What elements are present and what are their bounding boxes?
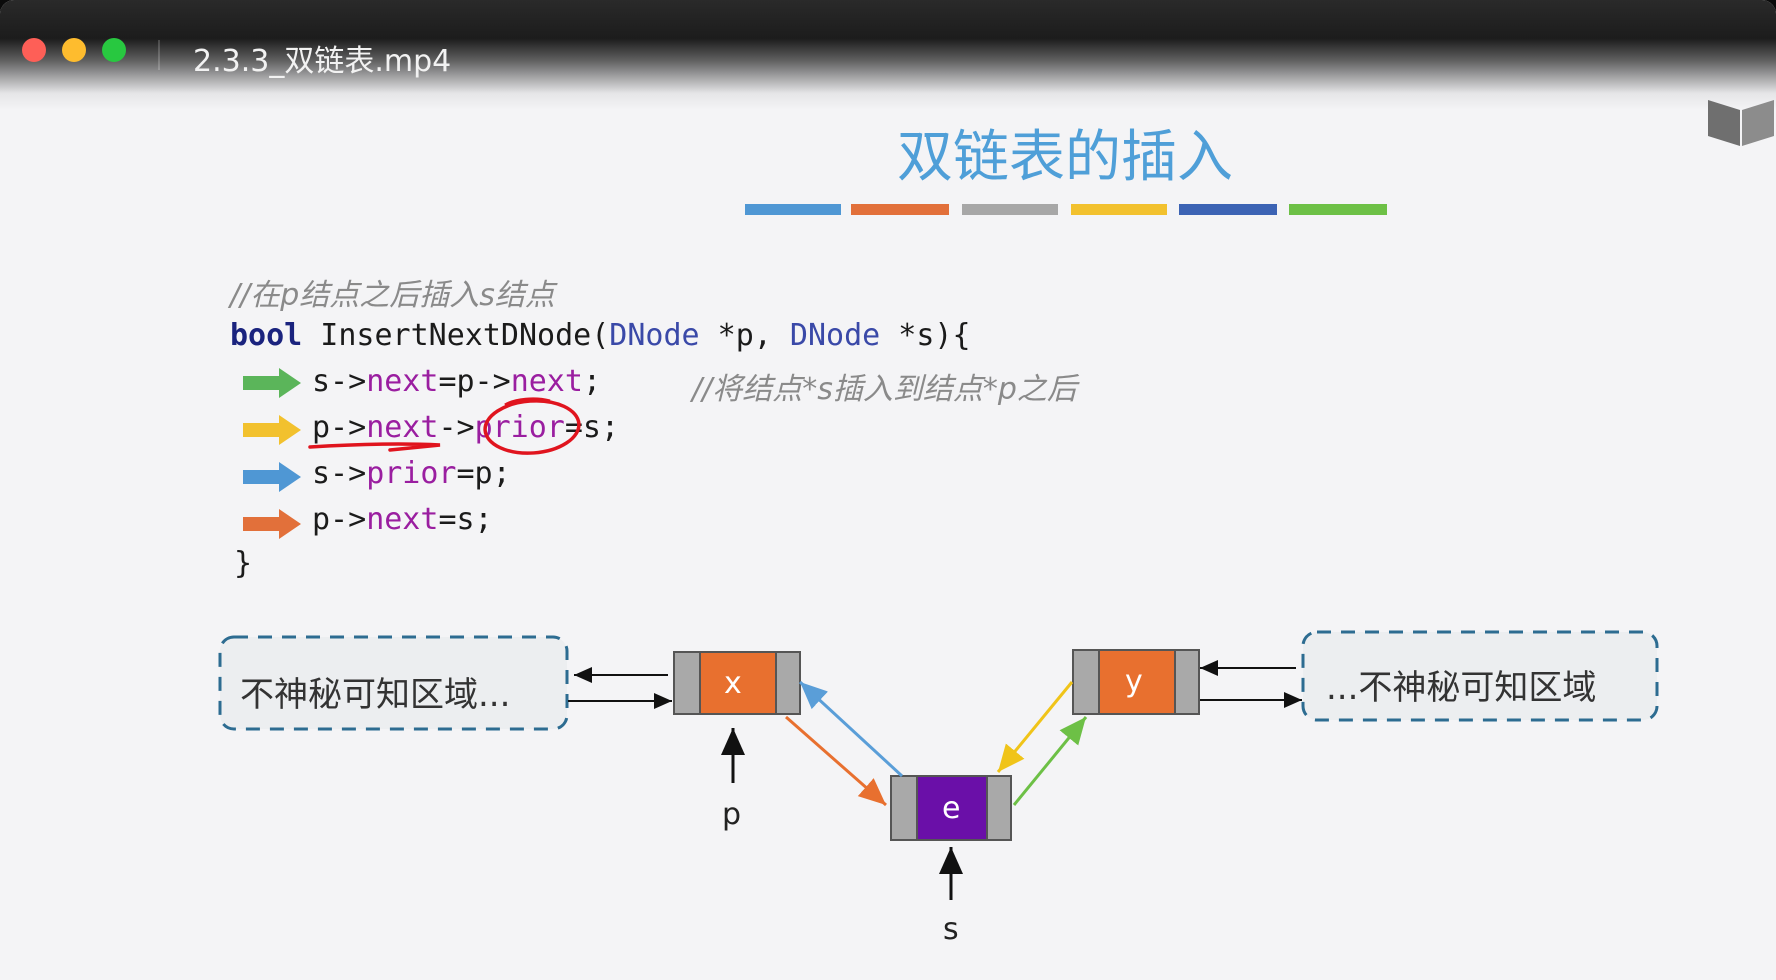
node-x-label: x	[724, 666, 742, 701]
title-divider	[158, 40, 160, 70]
code-token: p->	[312, 502, 367, 537]
code-function-signature: bool InsertNextDNode(DNode *p, DNode *s)…	[230, 318, 971, 353]
code-comment: //在p结点之后插入s结点	[230, 278, 555, 313]
pointer-p-label: p	[722, 797, 742, 832]
node-e-prior-field	[890, 775, 918, 841]
node-y-label: y	[1125, 664, 1143, 699]
pointer-s-label: s	[943, 912, 959, 947]
node-x-prior-field	[673, 651, 701, 715]
blue-arrow-icon	[243, 462, 301, 492]
linked-list-diagram	[218, 630, 1659, 900]
node-x-next-field	[775, 651, 801, 715]
code-line-4: p->next=s;	[312, 502, 493, 537]
code-arg: *s){	[880, 318, 971, 353]
code-fn-name: InsertNextDNode(	[302, 318, 610, 353]
green-arrow-icon	[243, 368, 301, 398]
code-arg: *p,	[699, 318, 790, 353]
code-type: DNode	[789, 318, 881, 353]
color-bar-segment	[1071, 204, 1167, 215]
red-annotation	[308, 397, 581, 455]
code-member: next	[510, 364, 583, 399]
code-closing-brace: }	[234, 546, 253, 581]
minimize-button[interactable]	[62, 38, 86, 62]
color-bar-segment	[745, 204, 841, 215]
right-region-label: ...不神秘可知区域	[1326, 668, 1597, 708]
close-button[interactable]	[22, 38, 46, 62]
yellow-arrow-icon	[243, 415, 301, 445]
code-token: =s;	[438, 502, 493, 537]
video-player-window: 2.3.3_双链表.mp4 双链表的插入 //在p结点之后插入s结点 bool …	[0, 0, 1776, 980]
code-line-1-comment: //将结点*s插入到结点*p之后	[692, 372, 1077, 407]
color-bar-segment	[962, 204, 1058, 215]
node-y-next-field	[1174, 649, 1200, 715]
slide-title: 双链表的插入	[897, 125, 1233, 190]
window-title: 2.3.3_双链表.mp4	[193, 44, 452, 79]
code-token: =p->	[438, 364, 511, 399]
title-bar: 2.3.3_双链表.mp4	[0, 0, 1776, 110]
node-e-label: e	[942, 791, 961, 826]
maximize-button[interactable]	[102, 38, 126, 62]
color-bar-segment	[1289, 204, 1387, 215]
code-type: DNode	[609, 318, 700, 353]
code-token: s->	[312, 364, 367, 399]
left-region-label: 不神秘可知区域...	[240, 675, 511, 715]
code-member: next	[366, 502, 439, 537]
code-keyword: bool	[230, 318, 303, 353]
color-bar-segment	[851, 204, 949, 215]
code-line-1: s->next=p->next;	[312, 364, 601, 399]
orange-arrow-icon	[243, 509, 301, 539]
node-y-prior-field	[1072, 649, 1100, 715]
node-e-next-field	[986, 775, 1012, 841]
code-token: ;	[582, 364, 601, 399]
color-bar-segment	[1179, 204, 1277, 215]
code-member: next	[366, 364, 439, 399]
